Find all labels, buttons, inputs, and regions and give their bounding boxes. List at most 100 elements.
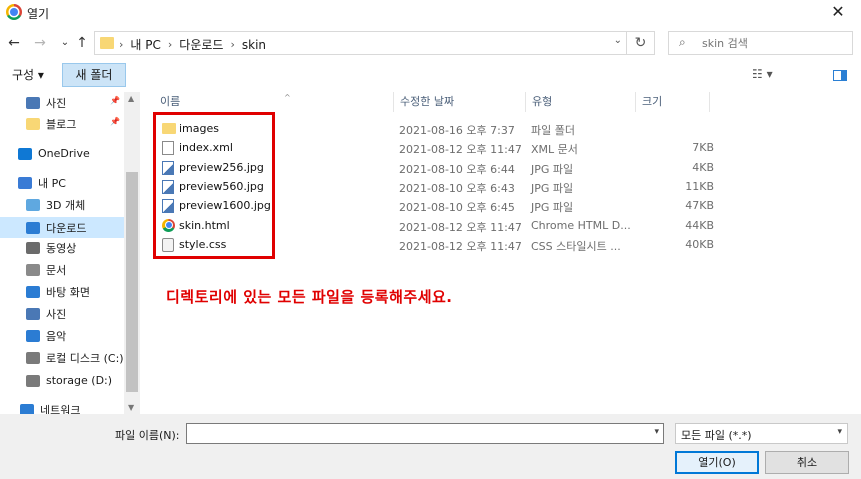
- sidebar-item-label: 동영상: [46, 241, 77, 255]
- sidebar-item-label: 바탕 화면: [46, 285, 90, 299]
- download-icon: [26, 221, 40, 234]
- column-header-name[interactable]: ^ 이름: [154, 92, 394, 112]
- file-size: 11KB: [685, 179, 714, 193]
- chevron-down-icon[interactable]: ▾: [654, 427, 659, 437]
- organize-button[interactable]: 구성 ▾: [12, 66, 44, 83]
- sidebar-item[interactable]: 로컬 디스크 (C:): [0, 347, 124, 368]
- sidebar-item[interactable]: 음악: [0, 325, 124, 346]
- folder-icon: [100, 37, 114, 49]
- onedrive-icon: [18, 147, 32, 160]
- sidebar-item[interactable]: 3D 개체: [0, 194, 124, 215]
- file-size: 7KB: [692, 141, 714, 155]
- videos-icon: [26, 241, 40, 254]
- file-date: 2021-08-10 오후 6:44: [399, 162, 515, 176]
- sidebar-item[interactable]: 사진: [0, 303, 124, 324]
- scroll-up-icon[interactable]: ▲: [128, 94, 134, 103]
- sidebar-item-label: 3D 개체: [46, 198, 86, 212]
- chrome-icon: [6, 4, 22, 20]
- sidebar-item[interactable]: 문서: [0, 259, 124, 280]
- sidebar-item[interactable]: 동영상: [0, 237, 124, 258]
- window-title: 열기: [27, 7, 50, 21]
- forward-button[interactable]: →: [30, 32, 50, 54]
- nav-scrollbar[interactable]: ▲ ▼: [124, 92, 140, 414]
- preview-pane-icon[interactable]: [833, 70, 847, 81]
- chevron-down-icon[interactable]: ⌄: [614, 35, 622, 46]
- file-size: 40KB: [685, 237, 714, 251]
- file-type: 파일 폴더: [531, 124, 575, 137]
- sidebar-item[interactable]: OneDrive: [0, 143, 124, 164]
- chevron-right-icon[interactable]: ›: [230, 38, 234, 51]
- search-input[interactable]: [702, 35, 842, 51]
- address-bar[interactable]: › 내 PC › 다운로드 › skin ⌄: [94, 31, 627, 55]
- pin-icon: 📌: [110, 96, 120, 105]
- up-button[interactable]: ↑: [72, 32, 92, 54]
- back-button[interactable]: ←: [4, 32, 24, 54]
- sidebar-item[interactable]: 내 PC: [0, 172, 124, 193]
- file-date: 2021-08-12 오후 11:47: [399, 143, 522, 157]
- instruction-text: 디렉토리에 있는 모든 파일을 등록해주세요.: [166, 288, 453, 306]
- scrollbar-thumb[interactable]: [126, 172, 138, 392]
- chevron-down-icon: ▾: [837, 427, 842, 437]
- breadcrumb-item-skin[interactable]: skin: [242, 38, 266, 52]
- column-header-size[interactable]: 크기: [636, 92, 710, 112]
- highlight-box: [153, 112, 275, 259]
- desktop-icon: [26, 285, 40, 298]
- address-row: ← → ⌄ ↑ › 내 PC › 다운로드 › skin ⌄ ↻ ⌕: [0, 28, 861, 58]
- toolbar: 구성 ▾ 새 폴더 ☷ ▾: [0, 62, 861, 90]
- column-header-type[interactable]: 유형: [526, 92, 636, 112]
- sidebar-item-label: 사진: [46, 307, 67, 321]
- file-date: 2021-08-12 오후 11:47: [399, 239, 522, 253]
- sidebar-item-label: 다운로드: [46, 221, 87, 235]
- chevron-right-icon: ›: [119, 38, 124, 51]
- sidebar-item[interactable]: 블로그 📌: [0, 113, 124, 134]
- drive-icon: [26, 374, 40, 387]
- sort-caret-icon: ^: [284, 93, 291, 102]
- pictures-icon: [26, 96, 40, 109]
- dialog-footer: 파일 이름(N): ▾ 모든 파일 (*.*) ▾ 열기(O) 취소: [0, 414, 861, 479]
- sidebar-item-label: 내 PC: [38, 176, 66, 190]
- sidebar-item-label: 문서: [46, 263, 67, 277]
- filetype-select[interactable]: 모든 파일 (*.*) ▾: [675, 423, 848, 444]
- sidebar-item[interactable]: 바탕 화면: [0, 281, 124, 302]
- close-button[interactable]: ✕: [815, 0, 861, 26]
- new-folder-button[interactable]: 새 폴더: [62, 63, 126, 87]
- file-type: JPG 파일: [531, 162, 574, 176]
- music-icon: [26, 329, 40, 342]
- documents-icon: [26, 263, 40, 276]
- filename-label: 파일 이름(N):: [115, 429, 180, 442]
- filename-field[interactable]: ▾: [186, 423, 664, 444]
- view-options-button[interactable]: ☷ ▾: [752, 67, 773, 81]
- file-date: 2021-08-10 오후 6:43: [399, 181, 515, 195]
- open-button[interactable]: 열기(O): [675, 451, 759, 474]
- sidebar-item-label: 네트워크: [40, 403, 81, 415]
- file-size: 4KB: [692, 160, 714, 174]
- scroll-down-icon[interactable]: ▼: [128, 403, 134, 412]
- filetype-value: 모든 파일 (*.*): [681, 429, 752, 442]
- file-type: JPG 파일: [531, 181, 574, 195]
- column-header-date[interactable]: 수정한 날짜: [394, 92, 526, 112]
- file-type: CSS 스타일시트 ...: [531, 239, 621, 253]
- chevron-right-icon[interactable]: ›: [168, 38, 172, 51]
- sidebar-item[interactable]: storage (D:): [0, 370, 124, 391]
- cancel-button[interactable]: 취소: [765, 451, 849, 474]
- search-box[interactable]: ⌕: [668, 31, 853, 55]
- sidebar-item[interactable]: 네트워크: [0, 399, 124, 414]
- file-type: XML 문서: [531, 143, 578, 157]
- title-bar: 열기 ✕: [0, 0, 861, 26]
- sidebar-item-label: storage (D:): [46, 374, 113, 387]
- file-date: 2021-08-12 오후 11:47: [399, 220, 522, 234]
- folder-icon: [26, 117, 40, 130]
- breadcrumb-item-downloads[interactable]: 다운로드: [179, 36, 223, 53]
- sidebar-item[interactable]: 사진 📌: [0, 92, 124, 113]
- sidebar-item-label: 블로그: [46, 117, 77, 131]
- file-size: 47KB: [685, 199, 714, 213]
- file-date: 2021-08-16 오후 7:37: [399, 124, 515, 137]
- breadcrumb-item-this-pc[interactable]: 내 PC: [130, 36, 160, 53]
- sidebar-item[interactable]: 다운로드: [0, 217, 124, 238]
- refresh-button[interactable]: ↻: [627, 31, 655, 55]
- sidebar-item-label: OneDrive: [38, 147, 90, 160]
- sidebar-item-label: 음악: [46, 329, 67, 343]
- search-icon: ⌕: [679, 35, 686, 49]
- sidebar-item-label: 사진: [46, 96, 67, 110]
- drive-icon: [26, 351, 40, 364]
